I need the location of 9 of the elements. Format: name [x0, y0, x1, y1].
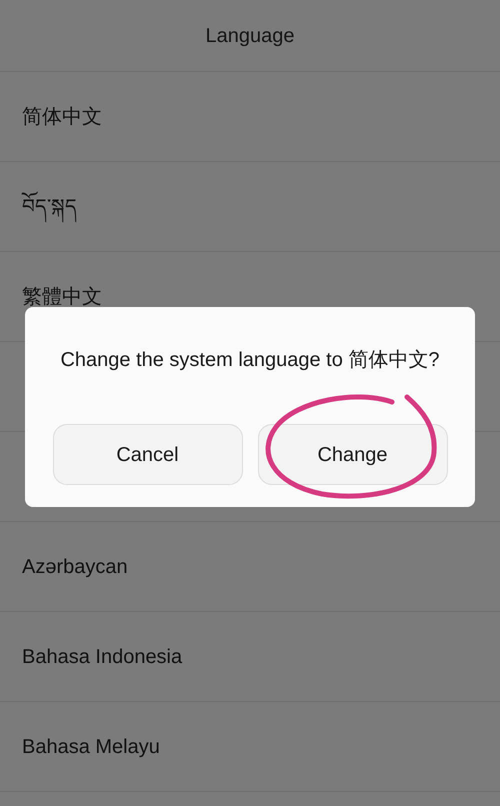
- language-item[interactable]: Azərbaycan: [0, 522, 500, 612]
- screen-title: Language: [206, 24, 294, 48]
- language-item[interactable]: Bahasa Indonesia: [0, 612, 500, 702]
- dialog-button[interactable]: Change: [258, 424, 448, 485]
- dialog-message: Change the system language to 简体中文?: [60, 349, 440, 371]
- language-item[interactable]: བོད་སྐད: [0, 162, 500, 252]
- language-item[interactable]: Bahasa Melayu: [0, 702, 500, 792]
- language-item[interactable]: 简体中文: [0, 72, 500, 162]
- dialog-button[interactable]: Cancel: [52, 424, 242, 485]
